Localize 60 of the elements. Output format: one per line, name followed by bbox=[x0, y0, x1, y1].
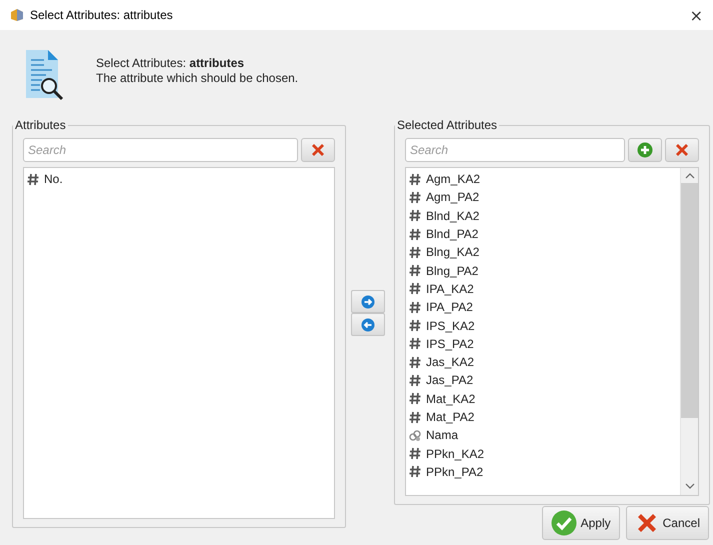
attribute-item[interactable]: Blng_KA2 bbox=[426, 245, 480, 260]
add-button[interactable] bbox=[628, 138, 662, 162]
attribute-item[interactable]: PPkn_PA2 bbox=[426, 464, 484, 479]
attribute-item[interactable]: PPkn_KA2 bbox=[426, 446, 484, 461]
search-field[interactable]: Search bbox=[23, 138, 298, 162]
attribute-item[interactable]: Agm_PA2 bbox=[426, 190, 480, 204]
close-button[interactable]: × bbox=[690, 6, 703, 24]
attribute-item[interactable]: Agm_KA2 bbox=[426, 172, 480, 186]
scroll-thumb[interactable] bbox=[681, 183, 698, 418]
hash-icon bbox=[409, 374, 421, 387]
apply-button[interactable]: Apply bbox=[542, 506, 620, 540]
scroll-down-icon bbox=[684, 482, 694, 490]
scroll-up-icon bbox=[684, 172, 694, 180]
dialog-title: Select Attributes: attributes bbox=[96, 56, 246, 71]
hash-icon bbox=[409, 392, 421, 406]
attribute-item[interactable]: IPA_KA2 bbox=[426, 282, 474, 296]
hash-icon bbox=[409, 264, 421, 278]
move-left-button[interactable] bbox=[351, 313, 385, 336]
attribute-item[interactable]: Blnd_KA2 bbox=[426, 208, 480, 223]
hash-icon bbox=[409, 228, 421, 241]
attribute-item[interactable]: No. bbox=[44, 172, 63, 186]
panel-label: Selected Attributes bbox=[396, 118, 498, 132]
attribute-item[interactable]: IPA_PA2 bbox=[426, 300, 473, 314]
attribute-item[interactable]: Jas_KA2 bbox=[426, 355, 474, 370]
nominal-icon bbox=[409, 428, 421, 442]
app-icon bbox=[10, 8, 24, 22]
hash-icon bbox=[409, 209, 421, 222]
clear-button[interactable] bbox=[301, 138, 335, 162]
hash-icon bbox=[409, 337, 421, 350]
cancel-button[interactable]: Cancel bbox=[626, 506, 709, 540]
attribute-item[interactable]: Nama bbox=[426, 428, 458, 442]
add-icon bbox=[637, 142, 653, 158]
attribute-item[interactable]: Jas_PA2 bbox=[426, 373, 474, 388]
clear-icon bbox=[674, 142, 690, 158]
panel-label: Attributes bbox=[14, 118, 67, 132]
attribute-item[interactable]: Blnd_PA2 bbox=[426, 227, 478, 242]
search-field[interactable]: Search bbox=[405, 138, 625, 162]
attribute-item[interactable]: IPS_KA2 bbox=[426, 318, 475, 333]
hash-icon bbox=[27, 172, 39, 186]
hash-icon bbox=[409, 319, 421, 332]
window-title: Select Attributes: attributes bbox=[30, 8, 174, 22]
attribute-item[interactable]: Mat_KA2 bbox=[426, 392, 476, 406]
scrollbar[interactable] bbox=[680, 168, 698, 495]
hash-icon bbox=[409, 465, 421, 478]
dialog-description: The attribute which should be chosen. bbox=[96, 71, 298, 86]
attribute-item[interactable]: IPS_PA2 bbox=[426, 336, 474, 351]
hash-icon bbox=[409, 190, 421, 204]
move-right-button[interactable] bbox=[351, 290, 385, 313]
clear-button[interactable] bbox=[665, 138, 699, 162]
hash-icon bbox=[409, 282, 421, 296]
hash-icon bbox=[409, 172, 421, 186]
hash-icon bbox=[409, 300, 421, 314]
attribute-item[interactable]: Mat_PA2 bbox=[426, 410, 474, 424]
hash-icon bbox=[409, 356, 421, 369]
hash-icon bbox=[409, 447, 421, 460]
hash-icon bbox=[409, 246, 421, 259]
clear-icon bbox=[310, 142, 326, 158]
hash-icon bbox=[409, 410, 421, 424]
attribute-item[interactable]: Blng_PA2 bbox=[426, 264, 478, 278]
check-icon bbox=[550, 510, 577, 536]
